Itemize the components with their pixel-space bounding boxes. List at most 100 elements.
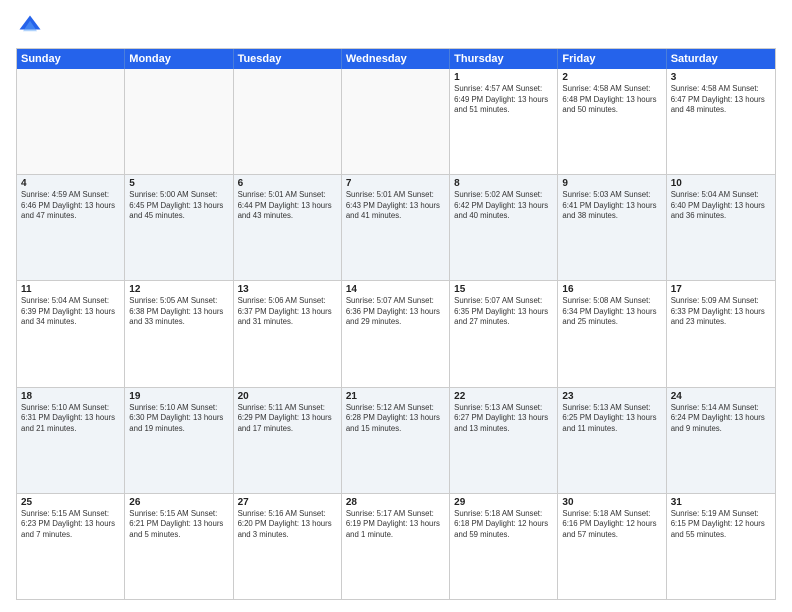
calendar-cell-19: 19Sunrise: 5:10 AM Sunset: 6:30 PM Dayli… (125, 388, 233, 493)
day-number: 11 (21, 284, 120, 295)
calendar-cell-21: 21Sunrise: 5:12 AM Sunset: 6:28 PM Dayli… (342, 388, 450, 493)
weekday-header-monday: Monday (125, 49, 233, 69)
cell-info: Sunrise: 5:05 AM Sunset: 6:38 PM Dayligh… (129, 296, 228, 328)
cell-info: Sunrise: 5:16 AM Sunset: 6:20 PM Dayligh… (238, 509, 337, 541)
cell-info: Sunrise: 4:59 AM Sunset: 6:46 PM Dayligh… (21, 190, 120, 222)
cell-info: Sunrise: 5:13 AM Sunset: 6:25 PM Dayligh… (562, 403, 661, 435)
day-number: 19 (129, 391, 228, 402)
calendar-cell-25: 25Sunrise: 5:15 AM Sunset: 6:23 PM Dayli… (17, 494, 125, 599)
calendar-row-1: 4Sunrise: 4:59 AM Sunset: 6:46 PM Daylig… (17, 174, 775, 280)
cell-info: Sunrise: 5:06 AM Sunset: 6:37 PM Dayligh… (238, 296, 337, 328)
cell-info: Sunrise: 5:02 AM Sunset: 6:42 PM Dayligh… (454, 190, 553, 222)
logo (16, 12, 48, 40)
calendar-cell-empty-0-3 (342, 69, 450, 174)
day-number: 9 (562, 178, 661, 189)
cell-info: Sunrise: 5:19 AM Sunset: 6:15 PM Dayligh… (671, 509, 771, 541)
calendar-cell-11: 11Sunrise: 5:04 AM Sunset: 6:39 PM Dayli… (17, 281, 125, 386)
calendar-body: 1Sunrise: 4:57 AM Sunset: 6:49 PM Daylig… (17, 69, 775, 599)
cell-info: Sunrise: 5:18 AM Sunset: 6:16 PM Dayligh… (562, 509, 661, 541)
calendar-cell-9: 9Sunrise: 5:03 AM Sunset: 6:41 PM Daylig… (558, 175, 666, 280)
day-number: 30 (562, 497, 661, 508)
cell-info: Sunrise: 5:04 AM Sunset: 6:40 PM Dayligh… (671, 190, 771, 222)
cell-info: Sunrise: 5:07 AM Sunset: 6:35 PM Dayligh… (454, 296, 553, 328)
calendar-cell-18: 18Sunrise: 5:10 AM Sunset: 6:31 PM Dayli… (17, 388, 125, 493)
day-number: 25 (21, 497, 120, 508)
cell-info: Sunrise: 4:57 AM Sunset: 6:49 PM Dayligh… (454, 84, 553, 116)
calendar-cell-empty-0-0 (17, 69, 125, 174)
day-number: 13 (238, 284, 337, 295)
day-number: 27 (238, 497, 337, 508)
day-number: 2 (562, 72, 661, 83)
cell-info: Sunrise: 5:18 AM Sunset: 6:18 PM Dayligh… (454, 509, 553, 541)
day-number: 15 (454, 284, 553, 295)
calendar-cell-28: 28Sunrise: 5:17 AM Sunset: 6:19 PM Dayli… (342, 494, 450, 599)
calendar-cell-17: 17Sunrise: 5:09 AM Sunset: 6:33 PM Dayli… (667, 281, 775, 386)
cell-info: Sunrise: 4:58 AM Sunset: 6:48 PM Dayligh… (562, 84, 661, 116)
weekday-header-friday: Friday (558, 49, 666, 69)
calendar-cell-6: 6Sunrise: 5:01 AM Sunset: 6:44 PM Daylig… (234, 175, 342, 280)
weekday-header-wednesday: Wednesday (342, 49, 450, 69)
day-number: 1 (454, 72, 553, 83)
weekday-header-thursday: Thursday (450, 49, 558, 69)
calendar-cell-3: 3Sunrise: 4:58 AM Sunset: 6:47 PM Daylig… (667, 69, 775, 174)
cell-info: Sunrise: 5:01 AM Sunset: 6:44 PM Dayligh… (238, 190, 337, 222)
cell-info: Sunrise: 5:00 AM Sunset: 6:45 PM Dayligh… (129, 190, 228, 222)
calendar-cell-14: 14Sunrise: 5:07 AM Sunset: 6:36 PM Dayli… (342, 281, 450, 386)
day-number: 4 (21, 178, 120, 189)
calendar-cell-26: 26Sunrise: 5:15 AM Sunset: 6:21 PM Dayli… (125, 494, 233, 599)
day-number: 31 (671, 497, 771, 508)
day-number: 5 (129, 178, 228, 189)
cell-info: Sunrise: 5:13 AM Sunset: 6:27 PM Dayligh… (454, 403, 553, 435)
day-number: 14 (346, 284, 445, 295)
day-number: 21 (346, 391, 445, 402)
cell-info: Sunrise: 5:17 AM Sunset: 6:19 PM Dayligh… (346, 509, 445, 541)
day-number: 17 (671, 284, 771, 295)
weekday-header-sunday: Sunday (17, 49, 125, 69)
cell-info: Sunrise: 5:01 AM Sunset: 6:43 PM Dayligh… (346, 190, 445, 222)
calendar-cell-20: 20Sunrise: 5:11 AM Sunset: 6:29 PM Dayli… (234, 388, 342, 493)
day-number: 12 (129, 284, 228, 295)
page-header (16, 12, 776, 40)
day-number: 3 (671, 72, 771, 83)
calendar-cell-30: 30Sunrise: 5:18 AM Sunset: 6:16 PM Dayli… (558, 494, 666, 599)
cell-info: Sunrise: 5:04 AM Sunset: 6:39 PM Dayligh… (21, 296, 120, 328)
day-number: 22 (454, 391, 553, 402)
cell-info: Sunrise: 5:14 AM Sunset: 6:24 PM Dayligh… (671, 403, 771, 435)
day-number: 29 (454, 497, 553, 508)
day-number: 26 (129, 497, 228, 508)
day-number: 18 (21, 391, 120, 402)
logo-icon (16, 12, 44, 40)
cell-info: Sunrise: 5:10 AM Sunset: 6:30 PM Dayligh… (129, 403, 228, 435)
calendar-header: SundayMondayTuesdayWednesdayThursdayFrid… (17, 49, 775, 69)
day-number: 10 (671, 178, 771, 189)
cell-info: Sunrise: 5:08 AM Sunset: 6:34 PM Dayligh… (562, 296, 661, 328)
calendar-cell-29: 29Sunrise: 5:18 AM Sunset: 6:18 PM Dayli… (450, 494, 558, 599)
day-number: 23 (562, 391, 661, 402)
day-number: 6 (238, 178, 337, 189)
calendar-cell-31: 31Sunrise: 5:19 AM Sunset: 6:15 PM Dayli… (667, 494, 775, 599)
cell-info: Sunrise: 5:03 AM Sunset: 6:41 PM Dayligh… (562, 190, 661, 222)
calendar-cell-1: 1Sunrise: 4:57 AM Sunset: 6:49 PM Daylig… (450, 69, 558, 174)
cell-info: Sunrise: 5:11 AM Sunset: 6:29 PM Dayligh… (238, 403, 337, 435)
calendar-cell-27: 27Sunrise: 5:16 AM Sunset: 6:20 PM Dayli… (234, 494, 342, 599)
weekday-header-saturday: Saturday (667, 49, 775, 69)
calendar-row-3: 18Sunrise: 5:10 AM Sunset: 6:31 PM Dayli… (17, 387, 775, 493)
calendar: SundayMondayTuesdayWednesdayThursdayFrid… (16, 48, 776, 600)
weekday-header-tuesday: Tuesday (234, 49, 342, 69)
cell-info: Sunrise: 5:07 AM Sunset: 6:36 PM Dayligh… (346, 296, 445, 328)
cell-info: Sunrise: 4:58 AM Sunset: 6:47 PM Dayligh… (671, 84, 771, 116)
calendar-row-2: 11Sunrise: 5:04 AM Sunset: 6:39 PM Dayli… (17, 280, 775, 386)
calendar-row-0: 1Sunrise: 4:57 AM Sunset: 6:49 PM Daylig… (17, 69, 775, 174)
cell-info: Sunrise: 5:10 AM Sunset: 6:31 PM Dayligh… (21, 403, 120, 435)
day-number: 7 (346, 178, 445, 189)
calendar-row-4: 25Sunrise: 5:15 AM Sunset: 6:23 PM Dayli… (17, 493, 775, 599)
calendar-cell-16: 16Sunrise: 5:08 AM Sunset: 6:34 PM Dayli… (558, 281, 666, 386)
day-number: 16 (562, 284, 661, 295)
calendar-cell-2: 2Sunrise: 4:58 AM Sunset: 6:48 PM Daylig… (558, 69, 666, 174)
calendar-cell-empty-0-1 (125, 69, 233, 174)
calendar-cell-23: 23Sunrise: 5:13 AM Sunset: 6:25 PM Dayli… (558, 388, 666, 493)
cell-info: Sunrise: 5:12 AM Sunset: 6:28 PM Dayligh… (346, 403, 445, 435)
calendar-cell-10: 10Sunrise: 5:04 AM Sunset: 6:40 PM Dayli… (667, 175, 775, 280)
day-number: 8 (454, 178, 553, 189)
calendar-cell-5: 5Sunrise: 5:00 AM Sunset: 6:45 PM Daylig… (125, 175, 233, 280)
